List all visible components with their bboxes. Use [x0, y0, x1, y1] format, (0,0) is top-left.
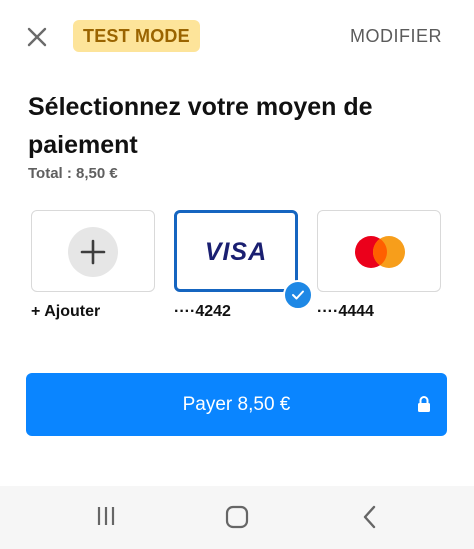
- home-icon[interactable]: [225, 505, 249, 529]
- add-card-label: + Ajouter: [31, 303, 101, 320]
- total-amount: Total : 8,50 €: [28, 165, 118, 182]
- close-icon[interactable]: [24, 24, 50, 50]
- pay-button[interactable]: Payer 8,50 €: [26, 373, 447, 436]
- lock-icon: [418, 396, 430, 412]
- recents-icon[interactable]: [96, 505, 116, 527]
- mastercard-card-label: ····4444: [317, 303, 374, 320]
- visa-card-label: ····4242: [174, 303, 231, 320]
- mastercard-card[interactable]: [317, 210, 441, 292]
- page-title: Sélectionnez votre moyen de paiement: [28, 93, 373, 159]
- add-circle: [68, 227, 118, 277]
- visa-card[interactable]: VISA: [174, 210, 298, 292]
- plus-icon: [80, 239, 106, 265]
- test-mode-badge: TEST MODE: [73, 20, 200, 52]
- back-icon[interactable]: [362, 505, 378, 529]
- system-navigation-bar: [0, 486, 474, 549]
- mastercard-logo: [355, 236, 405, 268]
- add-payment-method-card[interactable]: [31, 210, 155, 292]
- selected-check-icon: [283, 280, 313, 310]
- visa-logo: VISA: [204, 238, 268, 266]
- modify-button[interactable]: MODIFIER: [350, 26, 442, 47]
- pay-button-label: Payer 8,50 €: [182, 394, 291, 415]
